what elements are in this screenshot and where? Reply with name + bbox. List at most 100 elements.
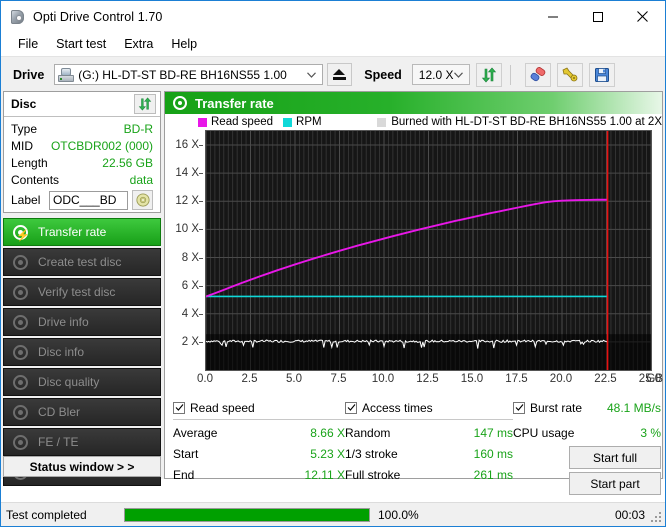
stat-value: 8.66 X	[310, 425, 345, 440]
close-icon[interactable]	[620, 1, 665, 32]
stats-read-speed: Read speed Average 8.66 X Start 5.23 X E…	[173, 399, 345, 485]
burst-rate-checkbox[interactable]	[513, 401, 525, 414]
stat-key: Start	[173, 446, 199, 461]
stats-access-times: Access times Random 147 ms 1/3 stroke 16…	[345, 399, 513, 485]
minimize-icon[interactable]	[530, 1, 575, 32]
drive-select[interactable]: (G:) HL-DT-ST BD-RE BH16NS55 1.00	[54, 64, 324, 85]
refresh-button[interactable]	[475, 62, 502, 87]
sidebar-item-verify-test-disc[interactable]: Verify test disc	[3, 278, 161, 306]
access-times-checkbox[interactable]	[345, 401, 357, 414]
refresh-icon	[481, 67, 496, 82]
maximize-icon[interactable]	[575, 1, 620, 32]
disc-label-input[interactable]: ODC___BD	[49, 190, 128, 210]
disc-key: Type	[11, 121, 38, 136]
drive-label: Drive	[13, 67, 45, 82]
app-disc-icon	[10, 9, 26, 25]
chart-x-tick-label: 25.0	[638, 373, 662, 385]
chart-x-axis: GB 0.0 2.5 5.0 7.5 10.0 12.5 15.0 17.5 20.0 22.5 2…	[165, 373, 665, 391]
sidebar-item-cd-bler[interactable]: CD Bler	[3, 398, 161, 426]
chart-y-tick-label: 14 X	[175, 167, 199, 180]
sidebar-item-drive-info[interactable]: Drive info	[3, 308, 161, 336]
stat-row-full-stroke: Full stroke 261 ms	[345, 464, 513, 485]
chart-x-tick-label: 5.0	[286, 373, 302, 385]
disc-key: Length	[11, 155, 48, 170]
menu-item-help[interactable]: Help	[162, 34, 206, 54]
stats-panel: Read speed Average 8.66 X Start 5.23 X E…	[165, 399, 662, 495]
disc-icon	[12, 254, 29, 271]
speed-select[interactable]: 12.0 X	[411, 64, 470, 85]
chart-x-tick-label: 15.0	[460, 373, 484, 385]
disc-speed-icon	[173, 96, 187, 110]
disc-row-mid: MID OTCBDR002 (000)	[11, 137, 153, 154]
eject-button[interactable]	[327, 63, 353, 86]
disc-icon	[12, 344, 29, 361]
sidebar-item-disc-info[interactable]: Disc info	[3, 338, 161, 366]
burst-rate-checkbox-row[interactable]: Burst rate 48.1 MB/s	[513, 399, 661, 416]
sidebar-item-create-test-disc[interactable]: Create test disc	[3, 248, 161, 276]
disc-refresh-button[interactable]	[134, 94, 156, 114]
drive-select-value: (G:) HL-DT-ST BD-RE BH16NS55 1.00	[78, 67, 287, 82]
disc-icon	[12, 434, 29, 451]
stat-row-cpu-usage: CPU usage 3 %	[513, 422, 661, 443]
title-bar: Opti Drive Control 1.70	[1, 1, 665, 32]
disc-row-type: Type BD-R	[11, 120, 153, 137]
menu-item-extra[interactable]: Extra	[115, 34, 162, 54]
disc-label-key: Label	[11, 193, 41, 207]
sidebar-item-label: CD Bler	[38, 405, 81, 419]
disc-value: 22.56 GB	[102, 155, 153, 170]
chart-svg	[205, 131, 652, 370]
stat-key: CPU usage	[513, 425, 575, 440]
disc-row-length: Length 22.56 GB	[11, 154, 153, 171]
legend-label-read-speed: Read speed	[211, 116, 274, 128]
resize-grip[interactable]	[650, 511, 662, 523]
erase-button[interactable]	[524, 62, 551, 87]
sidebar-nav: ⚡ Transfer rate Create test disc Verify …	[3, 218, 161, 486]
legend-swatch-note	[377, 117, 387, 127]
chart-y-tick-label: 12 X	[175, 195, 199, 208]
chart-x-tick-label: 2.5	[241, 373, 258, 385]
progress-bar	[124, 507, 370, 522]
page-title: Transfer rate	[195, 95, 274, 111]
disc-value: BD-R	[123, 121, 153, 136]
sidebar-item-transfer-rate[interactable]: ⚡ Transfer rate	[3, 218, 161, 246]
disc-info-box: Disc Type BD-R MID OTCBDR002 (000) Lengt…	[3, 91, 161, 213]
sidebar-item-label: Verify test disc	[38, 285, 116, 299]
menu-item-start-test[interactable]: Start test	[47, 34, 115, 54]
divider	[173, 419, 345, 420]
chart-y-tick-label: 2 X	[181, 335, 199, 348]
disc-value: OTCBDR002 (000)	[50, 138, 153, 153]
start-full-button[interactable]: Start full	[569, 446, 661, 469]
sidebar-item-fe-te[interactable]: FE / TE	[3, 428, 161, 456]
chart-lower-band	[206, 334, 651, 370]
read-speed-checkbox-row[interactable]: Read speed	[173, 399, 345, 416]
save-button[interactable]	[588, 62, 615, 87]
divider	[345, 419, 513, 420]
app-window: Opti Drive Control 1.70 File Start test …	[0, 0, 666, 527]
disc-info-title: Disc	[11, 97, 37, 111]
disc-label-button[interactable]	[132, 190, 153, 210]
disc-speed-icon: ⚡	[12, 224, 30, 241]
chart-annotation-text: Burned with HL-DT-ST BD-RE BH16NS55 1.00…	[391, 116, 662, 128]
stat-key: End	[173, 467, 195, 482]
read-speed-checkbox[interactable]	[173, 401, 185, 414]
sidebar-item-disc-quality[interactable]: Disc quality	[3, 368, 161, 396]
chart-y-axis: 2 X 4 X 6 X 8 X 10 X 12 X 14 X 16 X	[165, 130, 203, 371]
drive-toolbar: Drive (G:) HL-DT-ST BD-RE BH16NS55 1.00 …	[1, 57, 665, 93]
chart-y-tick-label: 16 X	[175, 139, 199, 152]
menu-item-file[interactable]: File	[9, 34, 47, 54]
access-times-checkbox-row[interactable]: Access times	[345, 399, 513, 416]
stat-value: 160 ms	[473, 446, 513, 461]
status-window-button[interactable]: Status window > >	[3, 456, 161, 477]
stat-row-random: Random 147 ms	[345, 422, 513, 443]
tools-button[interactable]	[556, 62, 583, 87]
check-icon	[515, 404, 523, 411]
stat-row-start: Start 5.23 X	[173, 443, 345, 464]
start-part-button[interactable]: Start part	[569, 472, 661, 495]
stat-key: Full stroke	[345, 467, 401, 482]
chevron-down-icon	[307, 65, 317, 84]
legend-swatch-read-speed	[198, 117, 207, 127]
stat-value: 12.11 X	[304, 467, 345, 482]
disc-icon	[12, 404, 29, 421]
stat-value: 147 ms	[473, 425, 513, 440]
chart-annotation: Burned with HL-DT-ST BD-RE BH16NS55 1.00…	[377, 116, 662, 128]
